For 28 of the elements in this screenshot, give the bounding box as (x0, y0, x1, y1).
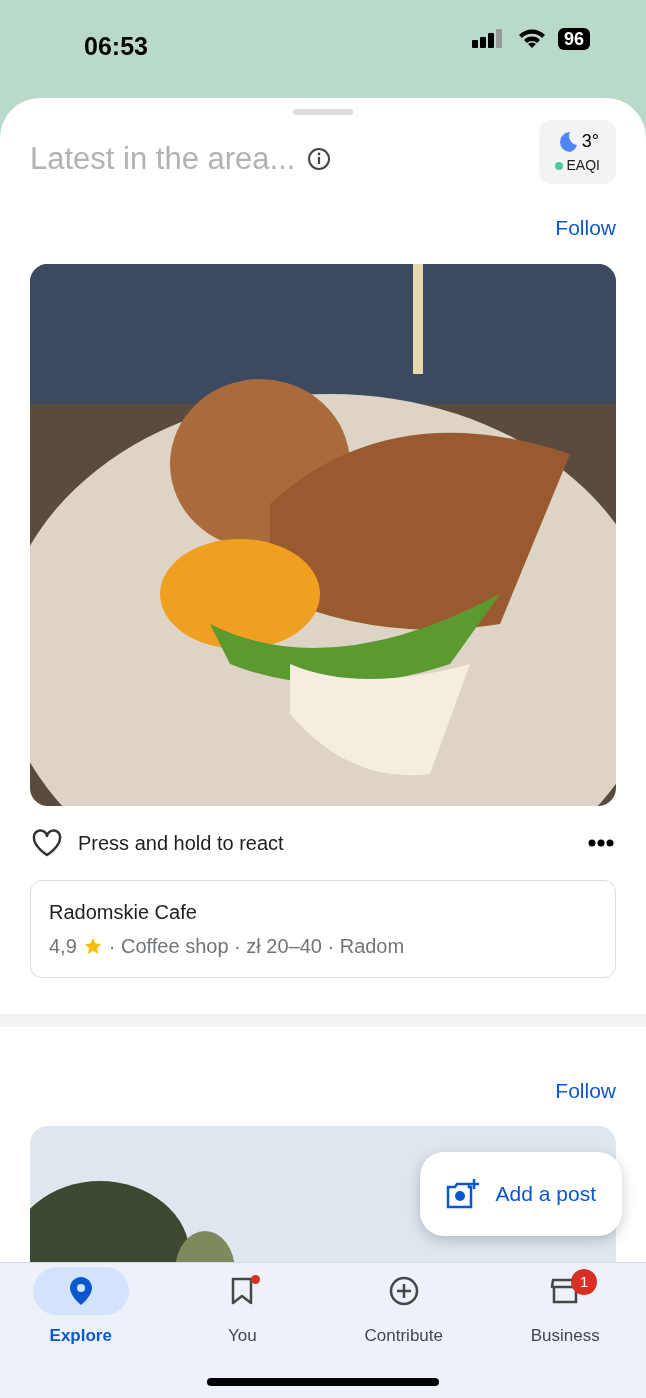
notification-badge: 1 (571, 1269, 598, 1295)
place-card[interactable]: Radomskie Cafe 4,9 · Coffee shop · zł 20–40 · Radom (30, 879, 616, 978)
nav-tab[interactable]: You (161, 1267, 323, 1349)
wifi-icon (517, 29, 546, 49)
add-photo-icon (445, 1179, 480, 1209)
weather-chip[interactable]: 3° EAQI (538, 120, 616, 184)
info-icon[interactable] (307, 147, 332, 172)
battery-indicator: 96 (557, 28, 590, 50)
nav-tab[interactable]: Contribute (323, 1267, 485, 1349)
nav-tab[interactable]: 1 Business (484, 1267, 646, 1349)
heart-icon[interactable] (32, 828, 62, 857)
temperature: 3° (581, 130, 599, 153)
nav-tab[interactable]: Explore (0, 1267, 162, 1349)
add-circle-icon (388, 1276, 419, 1306)
follow-button[interactable]: Follow (555, 212, 616, 244)
follow-button[interactable]: Follow (555, 1074, 616, 1106)
status-time: 06:53 (84, 31, 148, 62)
more-options-icon[interactable] (588, 838, 614, 847)
place-name: Radomskie Cafe (49, 899, 198, 925)
drag-handle[interactable] (293, 109, 353, 115)
location-pin-icon (69, 1277, 92, 1305)
aqi-label: EAQI (566, 156, 600, 175)
rating-value: 4,9 (49, 933, 77, 959)
bookmark-icon (231, 1277, 254, 1305)
feed-title: Latest in the area... (30, 140, 296, 178)
reaction-hint: Press and hold to react (78, 830, 284, 856)
add-post-button[interactable]: Add a post (419, 1152, 622, 1236)
place-details: · Coffee shop · zł 20–40 · Radom (108, 933, 405, 959)
